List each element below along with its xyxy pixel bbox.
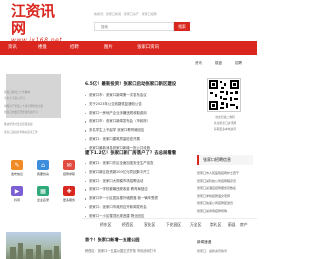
search-button[interactable]: 搜索 — [174, 22, 190, 31]
left-text-6[interactable]: 张家口多措并举做好民生工作 — [4, 130, 56, 134]
list-item[interactable]: 张家口某商场招聘导购 — [197, 208, 253, 216]
sub-nav-jobs[interactable]: 招聘 — [235, 61, 242, 66]
grid-label: 企业名录 — [36, 198, 49, 202]
list-item[interactable]: 张家口：张家口东区全面加强安全生产巡查 — [85, 159, 193, 168]
briefcase-icon: ✉ — [63, 160, 75, 170]
list-item[interactable]: 张家口某科技公司招聘程序员 — [197, 178, 253, 186]
district-item[interactable]: 桥西区 — [122, 222, 133, 228]
list-item[interactable]: 张家口市：张家口新闻发布会（市政府） — [85, 117, 193, 126]
grid-label: 发布信息 — [10, 172, 23, 176]
logo-main-text: 江资讯网 — [11, 2, 55, 37]
list-item[interactable]: 张家口：张家口市政府召开新闻发布会 — [85, 203, 193, 212]
news-headline-1[interactable]: 6.5亿！最新投资！张家口启动张家口新区建设 — [85, 81, 193, 87]
nav-item-images[interactable]: 图片 — [104, 41, 113, 55]
grid-label: 抖音 — [13, 198, 20, 202]
list-item[interactable]: 张家口：张家口大规模市场招聘活动 — [85, 177, 193, 186]
news-photo[interactable] — [6, 232, 61, 259]
side-list: 张家口市人民医院招聘护士若干 张家口某科技公司招聘程序员 张家口某酒店招聘服务员… — [197, 170, 253, 215]
main-nav: 资讯 楼盘 招聘 图片 张家口资讯 — [0, 41, 257, 55]
side-bottom-sub[interactable]: 张家口：最新资讯快讯 — [197, 249, 227, 253]
service-grid: ✎ 发布信息 ⌂ 我要找房 ✉ 招聘求职 ▶ 抖音 ▦ 企业名录 ✚ 更多服务 — [6, 160, 82, 210]
grid-item-post[interactable]: ✎ 发布信息 — [6, 160, 28, 182]
sub-nav-news[interactable]: 资讯 — [195, 61, 202, 66]
qr-code-icon — [209, 80, 239, 110]
list-item[interactable]: 张家口市一小区居民楼外墙脱落 致一辆车受损 — [85, 194, 193, 203]
news-headline-2[interactable]: 建下1.2亿！张家口新厂房落户了？去总局看看 — [85, 150, 193, 156]
news-list-1: 张家口市：张家口新闻第一次发布会议 关于2023年公交线路恢复通知公告 张家口一… — [85, 91, 193, 153]
list-item[interactable]: 张家口一房地产企业涉嫌违规收取费用 — [85, 109, 193, 118]
video-icon: ▶ — [11, 186, 23, 196]
grid-item-more[interactable]: ✚ 更多服务 — [58, 186, 80, 208]
district-item[interactable]: 宣化区 — [144, 222, 155, 228]
list-item[interactable]: 关于2023年公交线路恢复通知公告 — [85, 100, 193, 109]
sub-nav-property[interactable]: 楼盘 — [215, 61, 222, 66]
bottom-headline[interactable]: 首个！张家口新增一五建公园 — [85, 237, 139, 243]
search-input[interactable]: 搜索 — [94, 22, 174, 31]
nav-item-property[interactable]: 楼盘 — [38, 41, 47, 55]
list-item[interactable]: 张家口快递公司招聘配送员 — [197, 200, 253, 208]
left-text-2[interactable]: 全市上下深入学习 — [4, 96, 56, 100]
house-icon: ⌂ — [37, 160, 49, 170]
qr-caption-3: 获取更多本地资讯 — [213, 127, 237, 131]
district-item[interactable]: 崇礼区 — [210, 222, 221, 228]
list-item[interactable]: 张家口市：张家口新闻第一次发布会议 — [85, 91, 193, 100]
news-list-2: 张家口：张家口东区全面加强安全生产巡查 张家口新区投资超200亿元项目集中开工 … — [85, 159, 193, 221]
list-item[interactable]: 张家口市人民医院招聘护士若干 — [197, 170, 253, 178]
district-item[interactable]: 下花园区 — [166, 222, 181, 228]
list-item[interactable]: 张家口学校招聘语文老师 — [197, 193, 253, 201]
list-item[interactable]: 张家口某酒店招聘服务员数名 — [197, 185, 253, 193]
hot-search-hint: 热搜词：张家口新闻 · 张家口房产 · 张家口招聘 — [94, 12, 157, 16]
nav-item-local-news[interactable]: 张家口资讯 — [137, 41, 159, 55]
qr-caption-1: 欢迎扫描二维码 — [215, 115, 235, 119]
district-item[interactable]: 万全区 — [190, 222, 201, 228]
grid-label: 我要找房 — [36, 172, 49, 176]
nav-item-jobs[interactable]: 招聘 — [70, 41, 79, 55]
qr-code-image — [207, 78, 241, 112]
grid-label: 更多服务 — [62, 198, 75, 202]
site-logo[interactable]: 江资讯网 www.jx168.net — [11, 3, 62, 45]
left-text-1[interactable]: 张家口新闻二十大精神 — [4, 90, 56, 94]
nav-item-news[interactable]: 资讯 — [8, 41, 17, 55]
grid-label: 招聘求职 — [62, 172, 75, 176]
list-item[interactable]: 多名学生上不起学 张家口教育局回应 — [85, 126, 193, 135]
grid-item-house[interactable]: ⌂ 我要找房 — [32, 160, 54, 182]
list-item[interactable]: 张家口新区投资超200亿元项目集中开工 — [85, 168, 193, 177]
grid-item-video[interactable]: ▶ 抖音 — [6, 186, 28, 208]
list-item[interactable]: 张家口一学校被曝违规收费 教育局回应 — [85, 185, 193, 194]
left-text-3[interactable]: 中国共产党第二十次全国代表大会 — [4, 104, 56, 108]
building-icon: ▦ — [37, 186, 49, 196]
qr-caption-2: 关注张家口资讯网 — [213, 121, 237, 125]
left-text-4[interactable]: 张家口市委召开会议传达学习 — [4, 110, 56, 114]
district-bar: 桥东区 桥西区 宣化区 下花园区 万全区 崇礼区 蔚县 房产 — [82, 218, 257, 228]
search-placeholder: 搜索 — [101, 25, 108, 29]
district-item[interactable]: 房产 — [240, 222, 248, 228]
edit-icon: ✎ — [11, 160, 23, 170]
sub-nav: 资讯 楼盘 招聘 — [187, 61, 257, 69]
side-bottom-title[interactable]: 新闻速递 — [197, 240, 211, 245]
grid-item-directory[interactable]: ▦ 企业名录 — [32, 186, 54, 208]
grid-icon: ✚ — [63, 186, 75, 196]
grid-item-jobs[interactable]: ✉ 招聘求职 — [58, 160, 80, 182]
bottom-summary[interactable]: 桥西区：张家口一五建公园正式开放 市民纷纷打卡 — [85, 248, 190, 253]
side-box-title[interactable]: 张家口招聘信息 — [197, 155, 253, 165]
district-item[interactable]: 蔚县 — [228, 222, 236, 228]
left-text-5[interactable]: 推进经济社会高质量发展 — [4, 122, 56, 126]
list-item[interactable]: 张家口：张家口建筑质量检查开展 — [85, 135, 193, 144]
district-item[interactable]: 桥东区 — [100, 222, 111, 228]
